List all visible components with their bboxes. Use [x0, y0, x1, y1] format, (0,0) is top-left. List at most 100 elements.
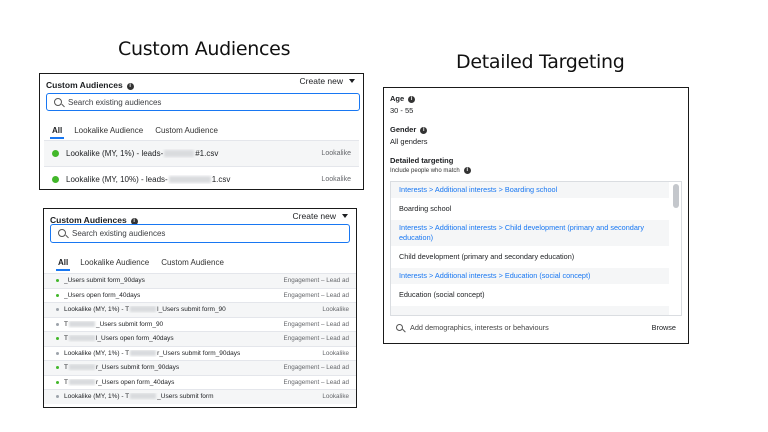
audience-name: Lookalike (MY, 1%) - T l_Users submit for… — [64, 306, 322, 313]
tab-lookalike-audience[interactable]: Lookalike Audience — [68, 121, 149, 139]
redacted-text — [68, 364, 95, 371]
detailed-targeting-heading: Detailed Targeting — [456, 51, 625, 73]
redacted-text — [68, 320, 95, 327]
custom-audiences-heading: Custom Audiences — [118, 38, 291, 60]
audience-name-suffix: l_Users submit form_90 — [157, 306, 226, 314]
info-icon[interactable]: i — [420, 127, 428, 134]
audience-row[interactable]: Tl_Users open form_40days Engagement – Le… — [44, 331, 356, 346]
targeting-list[interactable]: Interests > Additional interests > Board… — [390, 181, 682, 316]
status-dot-icon — [52, 176, 59, 183]
audience-row[interactable]: Lookalike (MY, 10%) - leads- 1.csv Lookali… — [44, 166, 359, 189]
interest-path: Interests > Additional interests > High … — [391, 306, 669, 315]
audience-row[interactable]: Lookalike (MY, 1%) - T _Users submit form… — [44, 389, 356, 404]
tab-all[interactable]: All — [46, 121, 68, 139]
audience-name: T _Users submit form_90 — [64, 320, 284, 328]
info-icon[interactable]: i — [408, 96, 416, 103]
audience-name-prefix: Lookalike (MY, 1%) - leads- — [66, 149, 164, 158]
redacted-text — [130, 393, 157, 400]
audience-row[interactable]: Tr_Users open form_40days Engagement – Le… — [44, 374, 356, 390]
audience-type: Lookalike — [322, 393, 349, 401]
audience-name: Tl_Users open form_40days — [64, 335, 284, 342]
audience-name-suffix: 1.csv — [211, 175, 231, 184]
audience-type: Lookalike — [321, 150, 351, 157]
audience-name-prefix: Lookalike (MY, 10%) - leads- — [66, 175, 168, 184]
status-dot-icon — [56, 308, 59, 312]
targeting-rows: Interests > Additional interests > Board… — [391, 182, 681, 315]
info-icon[interactable]: i — [126, 83, 134, 90]
status-dot-icon — [56, 279, 59, 283]
audience-name: Lookalike (MY, 1%) - leads- #1.csv — [66, 149, 321, 158]
search-input[interactable] — [72, 225, 346, 242]
add-targeting-bar[interactable]: Add demographics, interests or behaviour… — [390, 316, 682, 340]
audience-name-prefix: T — [64, 335, 68, 343]
tab-custom-audience[interactable]: Custom Audience — [155, 253, 230, 271]
audience-tabs: All Lookalike Audience Custom Audience — [52, 253, 230, 271]
audience-name-prefix: Lookalike (MY, 1%) - T — [64, 306, 130, 314]
scrollbar[interactable] — [673, 184, 679, 313]
redacted-text — [130, 306, 157, 313]
status-dot-icon — [56, 380, 59, 384]
include-people-label: Include people who match i — [390, 167, 471, 174]
status-dot-icon — [52, 150, 59, 157]
status-dot-icon — [56, 395, 59, 399]
search-audiences-box[interactable] — [46, 93, 360, 111]
panel-header: Custom Audiences i Create new — [40, 74, 363, 94]
interest-item[interactable]: Boarding school — [391, 198, 669, 220]
redacted-text — [68, 335, 95, 342]
audience-row[interactable]: T _Users submit form_90 Engagement – Lead … — [44, 316, 356, 332]
redacted-text — [168, 176, 211, 183]
audience-name-suffix: _Users submit form — [157, 393, 214, 401]
audience-name-prefix: _Users submit form_90days — [64, 277, 145, 285]
audience-name-suffix: r_Users open form_40days — [95, 378, 175, 386]
add-targeting-placeholder[interactable]: Add demographics, interests or behaviour… — [410, 323, 549, 332]
caret-down-icon — [349, 79, 355, 83]
audience-row[interactable]: _Users submit form_90days Engagement – Le… — [44, 273, 356, 288]
audience-name-prefix: Lookalike (MY, 1%) - T — [64, 349, 130, 357]
interest-item[interactable]: Child development (primary and secondary… — [391, 246, 669, 268]
interest-item[interactable]: Education (social concept) — [391, 284, 669, 306]
tab-all[interactable]: All — [52, 253, 74, 271]
interest-path: Interests > Additional interests > Board… — [391, 182, 669, 198]
audience-name: Lookalike (MY, 10%) - leads- 1.csv — [66, 175, 321, 184]
audience-name-prefix: Lookalike (MY, 1%) - T — [64, 393, 130, 401]
status-dot-icon — [56, 366, 59, 370]
status-dot-icon — [56, 293, 59, 297]
audience-name: Lookalike (MY, 1%) - T r_Users submit for… — [64, 349, 322, 357]
audience-row[interactable]: _Users open form_40days Engagement – Lead… — [44, 287, 356, 303]
gender-value: All genders — [390, 137, 428, 146]
browse-button[interactable]: Browse — [652, 323, 676, 332]
tab-lookalike-audience[interactable]: Lookalike Audience — [74, 253, 155, 271]
create-new-button[interactable]: Create new — [300, 76, 355, 86]
audience-name-prefix: T — [64, 378, 68, 386]
gender-label: Gender i — [390, 125, 428, 134]
scrollbar-thumb[interactable] — [673, 184, 679, 208]
age-value: 30 - 55 — [390, 106, 414, 115]
audience-row[interactable]: Lookalike (MY, 1%) - leads- #1.csv Lookali… — [44, 140, 359, 166]
info-icon[interactable]: i — [463, 167, 471, 174]
detailed-targeting-label: Detailed targeting — [390, 156, 454, 165]
interest-path: Interests > Additional interests > Educa… — [391, 268, 669, 284]
detailed-targeting-panel: Age i 30 - 55 Gender i All genders Detaile… — [383, 87, 689, 344]
audience-row[interactable]: Tr_Users submit form_90days Engagement – … — [44, 360, 356, 375]
audience-type: Engagement – Lead ad — [283, 291, 349, 299]
audience-type: Engagement – Lead ad — [283, 378, 349, 386]
audience-name: Lookalike (MY, 1%) - T _Users submit form — [64, 393, 322, 400]
audience-type: Engagement – Lead ad — [283, 277, 349, 285]
audience-name-suffix: _Users submit form_90 — [95, 320, 164, 328]
audience-name-suffix: #1.csv — [195, 149, 219, 158]
redacted-text — [130, 349, 157, 356]
search-input[interactable] — [68, 94, 356, 110]
age-label: Age i — [390, 94, 416, 103]
search-icon — [54, 98, 62, 106]
audience-type: Engagement – Lead ad — [283, 320, 349, 328]
audience-list: Lookalike (MY, 1%) - leads- #1.csv Lookali… — [44, 140, 359, 189]
audience-row[interactable]: Lookalike (MY, 1%) - T r_Users submit for… — [44, 345, 356, 361]
status-dot-icon — [56, 322, 59, 326]
tab-custom-audience[interactable]: Custom Audience — [149, 121, 224, 139]
audience-name-prefix: _Users open form_40days — [64, 291, 141, 299]
audience-row[interactable]: Lookalike (MY, 1%) - T l_Users submit for… — [44, 302, 356, 317]
create-new-button[interactable]: Create new — [293, 211, 348, 221]
panel-title: Custom Audiences i — [46, 80, 134, 90]
search-audiences-box[interactable] — [50, 224, 350, 243]
audience-type: Engagement – Lead ad — [283, 364, 349, 372]
